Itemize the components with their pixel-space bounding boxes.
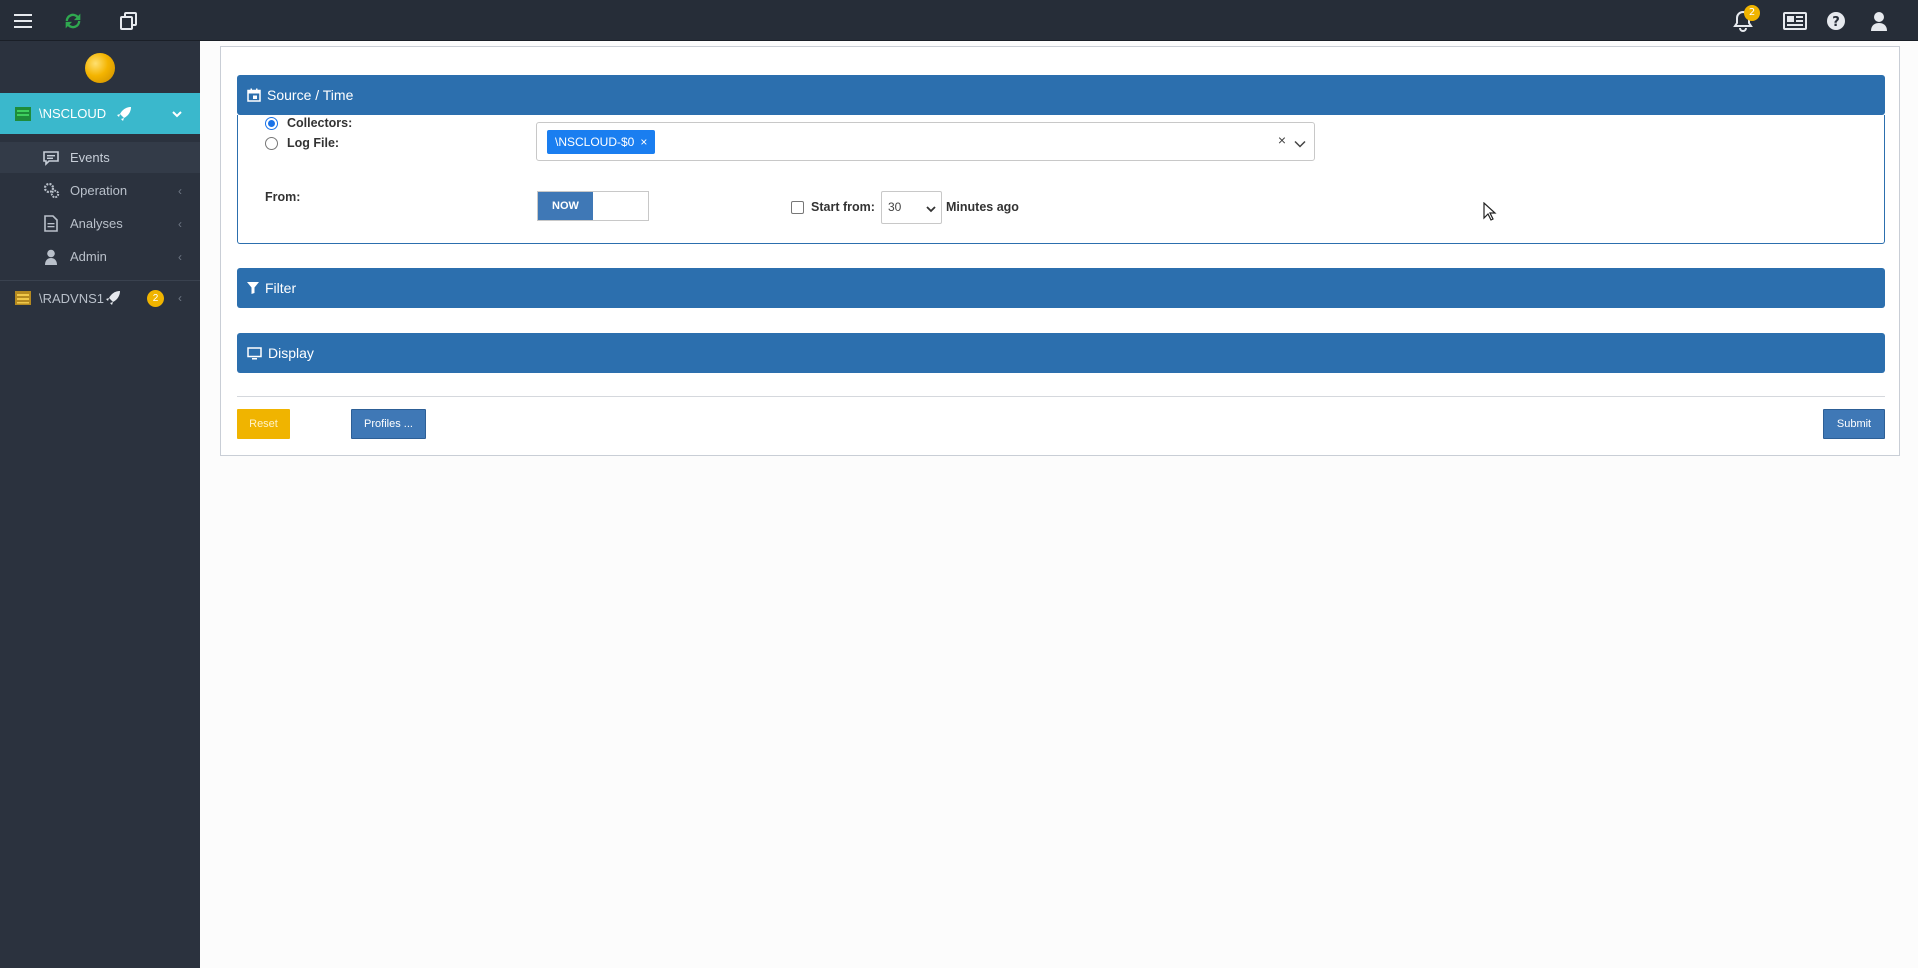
main-content: Source / Time Collectors: Log File: \NSC…: [200, 41, 1918, 968]
display-panel-header[interactable]: Display: [237, 333, 1885, 373]
monitor-icon: [247, 346, 262, 360]
minutes-ago-label: Minutes ago: [946, 200, 1019, 214]
sidebar-item-label: Admin: [70, 249, 107, 264]
start-from-checkbox[interactable]: [791, 201, 804, 214]
menu-icon[interactable]: [10, 8, 36, 34]
rocket-icon: [116, 106, 132, 122]
profiles-button[interactable]: Profiles ...: [351, 409, 426, 439]
now-toggle[interactable]: NOW: [537, 191, 649, 221]
logo: [85, 53, 115, 83]
help-icon[interactable]: ?: [1823, 8, 1849, 34]
logfile-label: Log File:: [287, 136, 340, 150]
sidebar-node-nscloud[interactable]: \NSCLOUD: [0, 93, 200, 134]
chevron-down-icon[interactable]: [1294, 135, 1306, 153]
minutes-select[interactable]: 30: [881, 191, 942, 224]
chevron-left-icon: ‹: [178, 216, 182, 231]
chevron-left-icon: ‹: [178, 249, 182, 264]
gears-icon: [42, 182, 60, 200]
panel-title: Filter: [265, 280, 297, 296]
sidebar-node-label: \NSCLOUD: [39, 106, 107, 121]
sidebar-node-radvns1[interactable]: \RADVNS1 2 ‹: [0, 282, 200, 314]
bell-icon[interactable]: 2: [1730, 5, 1760, 34]
sidebar-node-label: \RADVNS1: [39, 290, 105, 306]
copy-icon[interactable]: [116, 8, 142, 34]
mouse-cursor-icon: [1483, 201, 1497, 227]
remove-tag-icon[interactable]: ×: [640, 135, 647, 149]
panel-title: Display: [268, 345, 314, 361]
sidebar: \NSCLOUD Events Operation ‹ Analyses ‹ A…: [0, 41, 200, 968]
document-icon: [42, 215, 60, 233]
top-bar: 2 ?: [0, 0, 1918, 41]
user-icon[interactable]: [1866, 8, 1892, 34]
sidebar-item-label: Analyses: [70, 216, 123, 231]
source-time-panel-header[interactable]: Source / Time: [237, 75, 1885, 115]
chevron-down-icon: [926, 202, 936, 216]
toggle-now-label: NOW: [538, 192, 593, 220]
filter-icon: [247, 282, 259, 294]
chevron-left-icon: ‹: [178, 291, 182, 305]
comment-icon: [42, 149, 60, 167]
notification-badge: 2: [1744, 5, 1760, 21]
logfile-radio[interactable]: [265, 137, 278, 150]
chevron-down-icon[interactable]: [172, 110, 182, 118]
start-from-label: Start from:: [811, 200, 875, 214]
selected-source-tag: \NSCLOUD-$0 ×: [547, 130, 656, 154]
person-icon: [42, 248, 60, 266]
news-icon[interactable]: [1782, 8, 1808, 34]
sidebar-item-analyses[interactable]: Analyses ‹: [0, 208, 200, 239]
reset-button[interactable]: Reset: [237, 409, 290, 439]
collectors-label: Collectors:: [287, 116, 353, 130]
filter-panel-header[interactable]: Filter: [237, 268, 1885, 308]
sidebar-item-label: Operation: [70, 183, 128, 198]
collectors-radio[interactable]: [265, 117, 278, 130]
collectors-select[interactable]: \NSCLOUD-$0 × ×: [536, 122, 1315, 161]
clear-selection-icon[interactable]: ×: [1278, 132, 1286, 148]
from-label: From:: [265, 190, 301, 204]
rocket-icon: [105, 290, 121, 306]
svg-text:?: ?: [1832, 15, 1840, 30]
sidebar-item-label: Events: [70, 150, 110, 165]
sidebar-item-events[interactable]: Events: [0, 142, 200, 173]
server-icon: [15, 106, 31, 121]
panel-title: Source / Time: [267, 87, 354, 103]
sidebar-item-operation[interactable]: Operation ‹: [0, 175, 200, 206]
refresh-icon[interactable]: [60, 8, 86, 34]
alert-badge: 2: [147, 289, 164, 307]
submit-button[interactable]: Submit: [1823, 409, 1885, 439]
sidebar-item-admin[interactable]: Admin ‹: [0, 241, 200, 272]
tag-label: \NSCLOUD-$0: [555, 135, 635, 149]
chevron-left-icon: ‹: [178, 183, 182, 198]
form-divider: [237, 396, 1885, 397]
query-form-card: Source / Time Collectors: Log File: \NSC…: [220, 46, 1900, 456]
minutes-value: 30: [888, 200, 902, 214]
calendar-icon: [247, 88, 261, 102]
sidebar-divider: [0, 280, 200, 281]
server-icon: [15, 291, 31, 305]
